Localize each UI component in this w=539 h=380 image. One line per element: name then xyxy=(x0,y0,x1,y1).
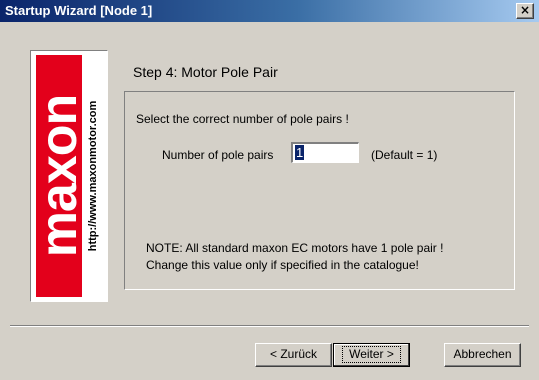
separator xyxy=(10,325,529,327)
startup-wizard-window: Startup Wizard [Node 1] × maxon http://w… xyxy=(0,0,539,380)
note-line-1: NOTE: All standard maxon EC motors have … xyxy=(146,241,444,255)
note-line-2: Change this value only if specified in t… xyxy=(146,258,419,272)
pole-pair-group: Select the correct number of pole pairs … xyxy=(124,91,515,290)
pole-pairs-input[interactable]: 1 xyxy=(291,142,359,163)
close-icon[interactable]: × xyxy=(516,3,534,19)
title-bar[interactable]: Startup Wizard [Node 1] × xyxy=(0,0,539,22)
next-button[interactable]: Weiter > xyxy=(333,343,410,367)
default-hint: (Default = 1) xyxy=(371,148,438,162)
logo-url-text: http://www.maxonmotor.com xyxy=(87,100,99,252)
window-title: Startup Wizard [Node 1] xyxy=(5,3,153,18)
maxon-logo: maxon xyxy=(30,55,88,297)
next-button-label: Weiter > xyxy=(342,346,401,363)
step-title: Step 4: Motor Pole Pair xyxy=(133,64,278,80)
logo-panel: maxon http://www.maxonmotor.com xyxy=(30,50,108,302)
pole-pairs-value: 1 xyxy=(295,145,305,160)
instruction-text: Select the correct number of pole pairs … xyxy=(136,112,349,126)
pole-pairs-label: Number of pole pairs xyxy=(162,148,274,162)
logo-brand-text: maxon xyxy=(30,94,88,258)
back-button[interactable]: < Zurück xyxy=(255,343,332,367)
cancel-button[interactable]: Abbrechen xyxy=(444,343,521,367)
